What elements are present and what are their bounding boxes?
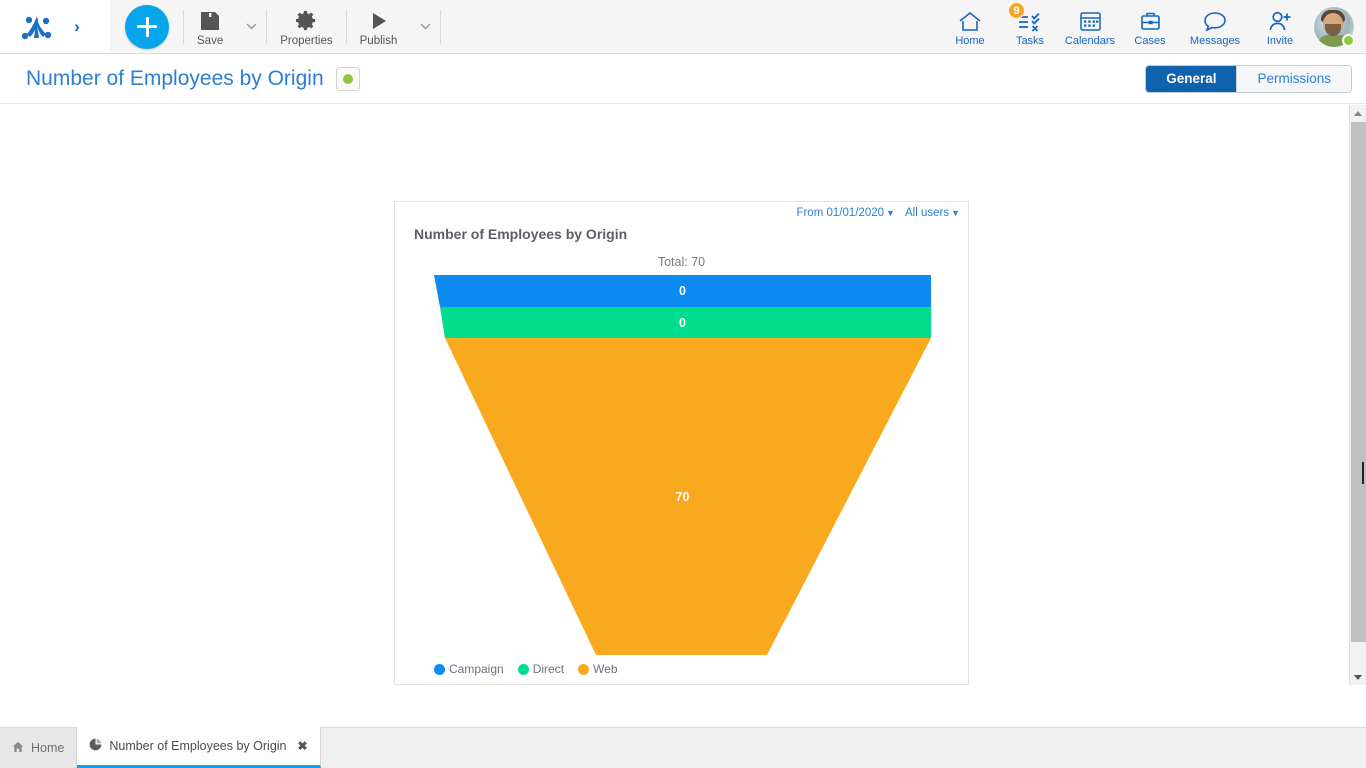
funnel-chart: 0 0 70 — [395, 202, 970, 686]
legend-item-web[interactable]: Web — [578, 662, 618, 676]
status-badge — [1342, 34, 1355, 47]
header-tabs: General Permissions — [1145, 64, 1352, 93]
content-area: From 01/01/2020 ▼ All users ▼ Number of Em… — [0, 105, 1334, 725]
add-button[interactable] — [125, 4, 169, 49]
bottom-taskbar: Home Number of Employees by Origin ✖ — [0, 727, 1366, 768]
legend-label-web: Web — [593, 662, 618, 676]
tasks-badge: 9 — [1008, 2, 1025, 19]
vertical-scrollbar[interactable] — [1349, 105, 1366, 685]
taskbar-tab-report[interactable]: Number of Employees by Origin ✖ — [77, 727, 321, 768]
briefcase-icon — [1139, 6, 1162, 32]
home-icon — [958, 6, 982, 32]
funnel-value-web: 70 — [675, 490, 690, 504]
logo-zone: › — [0, 0, 110, 53]
legend-swatch-web — [578, 663, 590, 675]
taskbar-tab-home-label: Home — [31, 741, 65, 755]
status-dot-icon — [342, 73, 353, 84]
nav-cases-label: Cases — [1134, 35, 1166, 47]
triangle-up-icon — [1354, 110, 1362, 116]
legend-swatch-direct — [517, 663, 529, 675]
avatar[interactable] — [1310, 0, 1358, 53]
taskbar-tab-home[interactable]: Home — [0, 728, 78, 768]
tab-permissions[interactable]: Permissions — [1236, 65, 1351, 92]
properties-label: Properties — [280, 35, 333, 47]
save-label: Save — [197, 35, 224, 47]
properties-button[interactable]: Properties — [267, 0, 345, 53]
speech-bubble-icon — [1203, 6, 1227, 32]
user-plus-icon — [1268, 6, 1292, 32]
nav-tasks[interactable]: 9 Tasks — [1000, 0, 1060, 53]
nav-invite-label: Invite — [1266, 35, 1294, 47]
publish-button[interactable]: Publish — [347, 0, 411, 53]
tab-general[interactable]: General — [1146, 65, 1237, 92]
nav-invite[interactable]: Invite — [1250, 0, 1310, 53]
close-icon[interactable]: ✖ — [298, 739, 308, 753]
gear-icon — [295, 6, 318, 32]
triangle-down-icon — [1354, 674, 1362, 680]
floppy-disk-icon — [199, 6, 221, 32]
toolbar-divider — [440, 9, 442, 44]
nav-cases[interactable]: Cases — [1120, 0, 1180, 53]
save-button[interactable]: Save — [184, 0, 236, 53]
mouse-cursor — [1362, 462, 1364, 484]
play-icon — [368, 6, 390, 32]
nav-calendars[interactable]: Calendars — [1060, 0, 1120, 53]
toolbar-right-nav: Home 9 Tasks Calendars Cases Messages In… — [940, 0, 1366, 53]
scrollbar-thumb[interactable] — [1351, 122, 1366, 642]
scroll-up-button[interactable] — [1350, 105, 1366, 121]
page-title[interactable]: Number of Employees by Origin — [26, 67, 324, 91]
funnel-value-direct: 0 — [679, 316, 686, 330]
nav-home[interactable]: Home — [940, 0, 1000, 53]
funnel-value-campaign: 0 — [679, 284, 686, 298]
chart-legend: Campaign Direct Web — [434, 662, 618, 676]
legend-label-campaign: Campaign — [449, 662, 504, 676]
taskbar-tab-report-label: Number of Employees by Origin — [109, 739, 287, 753]
legend-item-campaign[interactable]: Campaign — [434, 662, 504, 676]
nav-calendars-label: Calendars — [1064, 35, 1116, 47]
bitrix-logo-icon[interactable] — [14, 12, 60, 42]
legend-label-direct: Direct — [532, 662, 565, 676]
calendar-icon — [1079, 6, 1102, 32]
home-small-icon — [12, 741, 24, 756]
nav-messages-label: Messages — [1189, 35, 1241, 47]
publish-dropdown-caret[interactable] — [410, 0, 440, 53]
status-flag-button[interactable] — [335, 66, 360, 91]
nav-home-label: Home — [955, 35, 985, 47]
publish-label: Publish — [359, 35, 398, 47]
nav-tasks-label: Tasks — [1015, 35, 1045, 47]
top-toolbar: › Save Properties Publish Home 9 Tasks C… — [0, 0, 1366, 54]
legend-item-direct[interactable]: Direct — [517, 662, 565, 676]
scroll-down-button[interactable] — [1350, 669, 1366, 685]
pie-chart-icon — [89, 738, 102, 754]
save-dropdown-caret[interactable] — [236, 0, 266, 53]
legend-swatch-campaign — [434, 663, 445, 675]
nav-messages[interactable]: Messages — [1180, 0, 1250, 53]
chart-widget: From 01/01/2020 ▼ All users ▼ Number of Em… — [394, 201, 969, 685]
page-header: Number of Employees by Origin General Pe… — [0, 54, 1366, 104]
chevron-right-icon[interactable]: › — [60, 17, 94, 37]
